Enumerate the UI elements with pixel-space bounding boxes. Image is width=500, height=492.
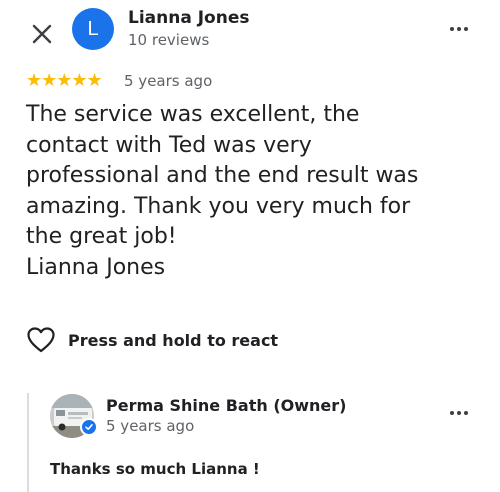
review-text: The service was excellent, the contact w…	[26, 102, 419, 280]
heart-outline-icon	[27, 327, 55, 353]
more-horizontal-icon	[450, 27, 468, 31]
close-icon	[32, 24, 52, 44]
react-label: Press and hold to react	[68, 330, 279, 350]
reply-divider	[27, 393, 29, 492]
reviewer-name[interactable]: Lianna Jones	[128, 8, 249, 28]
verified-badge	[80, 418, 98, 436]
owner-reply-time: 5 years ago	[106, 417, 195, 435]
verified-check-icon	[85, 424, 93, 430]
reply-more-options-button[interactable]	[444, 398, 474, 428]
more-horizontal-icon	[450, 411, 468, 415]
avatar[interactable]: L	[72, 8, 114, 50]
close-button[interactable]	[24, 16, 60, 52]
more-options-button[interactable]	[444, 14, 474, 44]
owner-reply-text: Thanks so much Lianna !	[50, 460, 260, 478]
owner-name: Perma Shine Bath (Owner)	[106, 396, 347, 415]
avatar-letter: L	[87, 17, 99, 40]
star-rating: ★★★★★	[26, 70, 103, 91]
react-button[interactable]: Press and hold to react	[26, 326, 278, 354]
review-count: 10 reviews	[128, 31, 210, 49]
review-time: 5 years ago	[124, 72, 213, 90]
